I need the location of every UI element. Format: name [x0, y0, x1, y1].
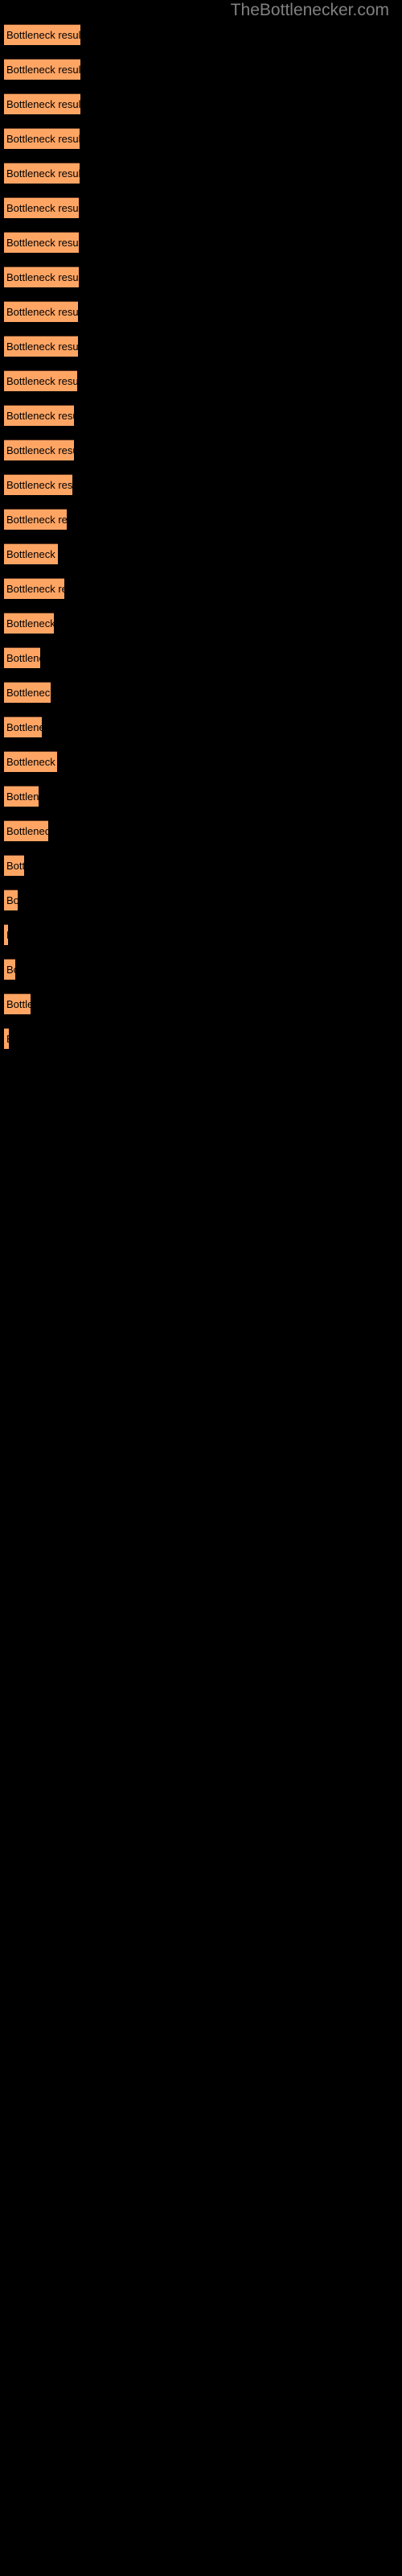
bar-label: Bottleneck result	[6, 652, 40, 664]
bottleneck-result-bar[interactable]: Bottleneck result	[4, 59, 80, 80]
bottleneck-result-bar[interactable]: Bottleneck result	[4, 232, 79, 253]
bar-row: Bottleneck result	[0, 232, 402, 254]
bar-row: Bottleneck result	[0, 543, 402, 565]
bar-label: Bottleneck result	[6, 237, 79, 249]
bar-row: Bottleneck result	[0, 405, 402, 427]
bar-label: Bottleneck result	[6, 860, 24, 872]
bottleneck-result-bar[interactable]: Bottleneck result	[4, 786, 39, 807]
bar-row: Bottleneck result	[0, 647, 402, 669]
bar-row: Bottleneck result	[0, 578, 402, 600]
bar-row: Bottleneck result	[0, 993, 402, 1015]
bar-label: Bottleneck result	[6, 964, 15, 976]
bar-row: Bottleneck result	[0, 370, 402, 392]
bar-row: Bottleneck result	[0, 93, 402, 115]
bar-row: Bottleneck result	[0, 509, 402, 530]
bar-label: Bottleneck result	[6, 617, 54, 630]
bar-label: Bottleneck result	[6, 756, 57, 768]
bar-row: Bottleneck result	[0, 682, 402, 704]
bar-row: Bottleneck result	[0, 128, 402, 150]
bar-label: Bottleneck result	[6, 687, 51, 699]
bottleneck-result-bar[interactable]: Bottleneck result	[4, 682, 51, 703]
bottleneck-result-bar[interactable]: Bottleneck result	[4, 543, 58, 564]
bottleneck-result-bar[interactable]: Bottleneck result	[4, 890, 18, 910]
bar-row: Bottleneck result	[0, 751, 402, 773]
bar-row: Bottleneck result	[0, 613, 402, 634]
bar-row: Bottleneck result	[0, 890, 402, 911]
bottleneck-result-bar[interactable]: Bottleneck result	[4, 163, 80, 184]
bar-row: Bottleneck result	[0, 59, 402, 80]
bar-label: Bottleneck result	[6, 479, 72, 491]
bar-row: Bottleneck result	[0, 1028, 402, 1050]
bar-row: Bottleneck result	[0, 163, 402, 184]
bottleneck-result-bar[interactable]: Bottleneck result	[4, 959, 15, 980]
bottleneck-result-bar[interactable]: Bottleneck result	[4, 993, 31, 1014]
bar-label: Bottleneck result	[6, 998, 31, 1010]
bar-label: Bottleneck result	[6, 133, 80, 145]
bar-label: Bottleneck result	[6, 167, 80, 180]
bar-row: Bottleneck result	[0, 820, 402, 842]
bar-label: Bottleneck result	[6, 925, 8, 945]
bar-label: Bottleneck result	[6, 98, 80, 110]
bar-label: Bottleneck result	[6, 64, 80, 76]
page-root: TheBottlenecker.com Bottleneck result Bot…	[0, 0, 402, 2576]
bar-row: Bottleneck result	[0, 24, 402, 46]
bottleneck-result-bar[interactable]: Bottleneck result	[4, 578, 64, 599]
bar-row: Bottleneck result	[0, 959, 402, 980]
bottleneck-result-bar[interactable]: Bottleneck result	[4, 820, 48, 841]
bottleneck-result-bar[interactable]: Bottleneck result	[4, 924, 8, 945]
bar-row: Bottleneck result	[0, 301, 402, 323]
bar-label: Bottleneck result	[6, 306, 78, 318]
bottleneck-result-bar[interactable]: Bottleneck result	[4, 855, 24, 876]
bottleneck-result-bar[interactable]: Bottleneck result	[4, 128, 80, 149]
bar-label: Bottleneck result	[6, 375, 77, 387]
bar-row: Bottleneck result	[0, 786, 402, 807]
bar-label: Bottleneck result	[6, 791, 39, 803]
bar-label: Bottleneck result	[6, 583, 64, 595]
bottleneck-result-bar[interactable]: Bottleneck result	[4, 197, 79, 218]
bottleneck-result-bar[interactable]: Bottleneck result	[4, 370, 77, 391]
bar-label: Bottleneck result	[6, 894, 18, 906]
bottleneck-result-bar[interactable]: Bottleneck result	[4, 266, 79, 287]
bar-label: Bottleneck result	[6, 1029, 9, 1049]
bar-row: Bottleneck result	[0, 197, 402, 219]
bottleneck-result-bar[interactable]: Bottleneck result	[4, 509, 67, 530]
bottleneck-bar-chart: Bottleneck result Bottleneck result Bottle…	[0, 0, 402, 2576]
bar-label: Bottleneck result	[6, 548, 58, 560]
bar-row: Bottleneck result	[0, 336, 402, 357]
bottleneck-result-bar[interactable]: Bottleneck result	[4, 751, 57, 772]
bar-row: Bottleneck result	[0, 716, 402, 738]
bar-row: Bottleneck result	[0, 474, 402, 496]
bar-row: Bottleneck result	[0, 855, 402, 877]
bar-row: Bottleneck result	[0, 440, 402, 461]
bottleneck-result-bar[interactable]: Bottleneck result	[4, 1028, 9, 1049]
bar-label: Bottleneck result	[6, 825, 48, 837]
bottleneck-result-bar[interactable]: Bottleneck result	[4, 613, 54, 634]
bar-label: Bottleneck result	[6, 444, 74, 456]
bottleneck-result-bar[interactable]: Bottleneck result	[4, 716, 42, 737]
bar-label: Bottleneck result	[6, 721, 42, 733]
bar-label: Bottleneck result	[6, 341, 78, 353]
bar-label: Bottleneck result	[6, 202, 79, 214]
bar-label: Bottleneck result	[6, 29, 80, 41]
bottleneck-result-bar[interactable]: Bottleneck result	[4, 405, 74, 426]
bar-label: Bottleneck result	[6, 410, 74, 422]
bottleneck-result-bar[interactable]: Bottleneck result	[4, 440, 74, 460]
bar-label: Bottleneck result	[6, 514, 67, 526]
bar-label: Bottleneck result	[6, 271, 79, 283]
bottleneck-result-bar[interactable]: Bottleneck result	[4, 93, 80, 114]
bottleneck-result-bar[interactable]: Bottleneck result	[4, 301, 78, 322]
bar-row: Bottleneck result	[0, 266, 402, 288]
bottleneck-result-bar[interactable]: Bottleneck result	[4, 474, 72, 495]
bottleneck-result-bar[interactable]: Bottleneck result	[4, 24, 80, 45]
bottleneck-result-bar[interactable]: Bottleneck result	[4, 647, 40, 668]
bottleneck-result-bar[interactable]: Bottleneck result	[4, 336, 78, 357]
bar-row: Bottleneck result	[0, 924, 402, 946]
